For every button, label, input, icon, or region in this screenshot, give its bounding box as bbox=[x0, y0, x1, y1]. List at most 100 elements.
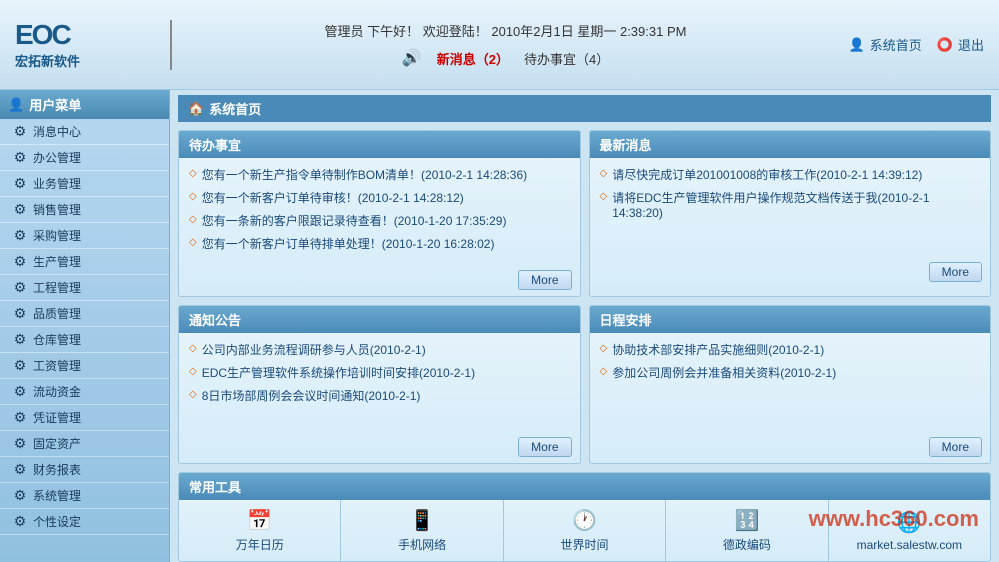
tool-item-万年日历[interactable]: 📅 万年日历 bbox=[179, 500, 341, 561]
list-item[interactable]: ◇ 您有一个新客户订单待审核！(2010-2-1 14:28:12) bbox=[189, 189, 570, 206]
sidebar-item-固定资产[interactable]: ⚙固定资产 bbox=[0, 431, 169, 457]
sidebar-item-业务管理[interactable]: ⚙业务管理 bbox=[0, 171, 169, 197]
speaker-icon: 🔊 bbox=[402, 48, 422, 68]
sidebar-item-icon: ⚙ bbox=[12, 280, 28, 296]
bullet-icon: ◇ bbox=[189, 389, 197, 400]
tool-label: 万年日历 bbox=[236, 536, 284, 553]
sidebar-item-label: 品质管理 bbox=[33, 305, 81, 322]
tool-item-market.salestw.com[interactable]: 🌐market.salestw.com bbox=[829, 500, 990, 561]
item-text: 参加公司周例会并准备相关资料(2010-2-1) bbox=[612, 364, 836, 381]
sidebar-item-label: 工程管理 bbox=[33, 279, 81, 296]
todo-panel-body: ◇您有一个新生产指令单待制作BOM清单！(2010-2-1 14:28:36) ◇… bbox=[179, 158, 580, 266]
sidebar-item-icon: ⚙ bbox=[12, 228, 28, 244]
tools-section: 常用工具 📅万年日历📱手机网络🕐世界时间🔢德政编码🌐market.salestw… bbox=[178, 472, 991, 562]
sidebar-item-label: 办公管理 bbox=[33, 149, 81, 166]
logout-label: 退出 bbox=[958, 35, 984, 54]
list-item[interactable]: ◇协助技术部安排产品实施细则(2010-2-1) bbox=[600, 341, 981, 358]
tool-icon: 🔢 bbox=[734, 508, 759, 533]
schedule-panel-header: 日程安排 bbox=[590, 306, 991, 333]
sidebar-item-icon: ⚙ bbox=[12, 462, 28, 478]
bullet-icon: ◇ bbox=[189, 214, 197, 225]
sidebar-item-凭证管理[interactable]: ⚙ 凭证管理 bbox=[0, 405, 169, 431]
tool-icon: 🌐 bbox=[897, 510, 922, 535]
bullet-icon: ◇ bbox=[189, 191, 197, 202]
sidebar-item-icon: ⚙ bbox=[12, 514, 28, 530]
sidebar-item-办公管理[interactable]: ⚙ 办公管理 bbox=[0, 145, 169, 171]
schedule-panel-footer: More bbox=[590, 433, 991, 463]
sidebar-item-工程管理[interactable]: ⚙ 工程管理 bbox=[0, 275, 169, 301]
sidebar-item-消息中心[interactable]: ⚙消息中心 bbox=[0, 119, 169, 145]
list-item[interactable]: ◇8日市场部周例会会议时间通知(2010-2-1) bbox=[189, 387, 570, 404]
list-item[interactable]: ◇请将EDC生产管理软件用户操作规范文档传送于我(2010-2-1 14:38:… bbox=[600, 189, 981, 220]
tools-body: 📅 万年日历 📱手机网络 🕐 世界时间 🔢德政编码🌐market.salestw.com bbox=[179, 500, 990, 561]
sidebar-item-icon: ⚙ bbox=[12, 150, 28, 166]
news-panel-footer: More bbox=[590, 258, 991, 288]
sidebar-item-icon: ⚙ bbox=[12, 176, 28, 192]
sidebar-item-财务报表[interactable]: ⚙ 财务报表 bbox=[0, 457, 169, 483]
home-icon: 👤 bbox=[849, 37, 865, 53]
sidebar-item-label: 销售管理 bbox=[33, 201, 81, 218]
tool-icon: 🕐 bbox=[572, 508, 597, 533]
sidebar-item-仓库管理[interactable]: ⚙仓库管理 bbox=[0, 327, 169, 353]
schedule-panel: 日程安排 ◇协助技术部安排产品实施细则(2010-2-1)◇参加公司周例会并准备… bbox=[589, 305, 992, 464]
sidebar-item-icon: ⚙ bbox=[12, 124, 28, 140]
tool-icon: 📅 bbox=[247, 508, 272, 533]
home-label: 系统首页 bbox=[870, 35, 922, 54]
grid-row-2: 通知公告 ◇公司内部业务流程调研参与人员(2010-2-1)◇EDC生产管理软件… bbox=[178, 305, 991, 464]
header-right: 👤 系统首页 ⭕ 退出 bbox=[819, 35, 999, 54]
header: EOC 宏拓新软件 管理员 下午好！ 欢迎登陆！ 2010年2月1日 星期一 2… bbox=[0, 0, 999, 90]
sidebar-item-销售管理[interactable]: ⚙销售管理 bbox=[0, 197, 169, 223]
content-area: 🏠 系统首页 待办事宜 ◇您有一个新生产指令单待制作BOM清单！(2010-2-… bbox=[170, 90, 999, 562]
new-msg-link[interactable]: 新消息（2） bbox=[437, 49, 509, 68]
list-item[interactable]: ◇请尽快完成订单201001008的审核工作(2010-2-1 14:39:12… bbox=[600, 166, 981, 183]
todo-more-button[interactable]: More bbox=[518, 270, 571, 290]
sidebar: 👤 用户菜单 ⚙消息中心⚙办公管理⚙业务管理⚙销售管理⚙采购管理⚙生产管理⚙工程… bbox=[0, 90, 170, 562]
sidebar-item-流动资金[interactable]: ⚙ 流动资金 bbox=[0, 379, 169, 405]
news-more-button[interactable]: More bbox=[929, 262, 982, 282]
sidebar-item-label: 财务报表 bbox=[33, 461, 81, 478]
item-text: 您有一个新客户订单待审核！(2010-2-1 14:28:12) bbox=[202, 189, 464, 206]
sidebar-item-icon: ⚙ bbox=[12, 254, 28, 270]
tool-icon: 📱 bbox=[410, 508, 435, 533]
news-panel: 最新消息 ◇请尽快完成订单201001008的审核工作(2010-2-1 14:… bbox=[589, 130, 992, 297]
todo-panel-footer: More bbox=[179, 266, 580, 296]
sidebar-items-container: ⚙消息中心⚙办公管理⚙业务管理⚙销售管理⚙采购管理⚙生产管理⚙工程管理⚙品质管理… bbox=[0, 119, 169, 535]
bullet-icon: ◇ bbox=[189, 237, 197, 248]
tool-label: 世界时间 bbox=[561, 536, 609, 553]
list-item[interactable]: ◇EDC生产管理软件系统操作培训时间安排(2010-2-1) bbox=[189, 364, 570, 381]
item-text: 您有一个新客户订单待排单处理！(2010-1-20 16:28:02) bbox=[202, 235, 495, 252]
sidebar-item-工资管理[interactable]: ⚙工资管理 bbox=[0, 353, 169, 379]
sidebar-item-icon: ⚙ bbox=[12, 384, 28, 400]
sidebar-item-系统管理[interactable]: ⚙系统管理 bbox=[0, 483, 169, 509]
todo-link[interactable]: 待办事宜（4） bbox=[524, 49, 609, 68]
sidebar-item-采购管理[interactable]: ⚙采购管理 bbox=[0, 223, 169, 249]
list-item[interactable]: ◇您有一条新的客户限跟记录待查看！(2010-1-20 17:35:29) bbox=[189, 212, 570, 229]
logout-button[interactable]: ⭕ 退出 bbox=[937, 35, 984, 54]
logout-icon: ⭕ bbox=[937, 37, 953, 53]
sidebar-item-icon: ⚙ bbox=[12, 410, 28, 426]
news-panel-header: 最新消息 bbox=[590, 131, 991, 158]
bullet-icon: ◇ bbox=[600, 191, 608, 202]
sidebar-item-label: 系统管理 bbox=[33, 487, 81, 504]
home-button[interactable]: 👤 系统首页 bbox=[849, 35, 922, 54]
sidebar-item-品质管理[interactable]: ⚙ 品质管理 bbox=[0, 301, 169, 327]
bullet-icon: ◇ bbox=[600, 343, 608, 354]
sidebar-item-icon: ⚙ bbox=[12, 332, 28, 348]
sidebar-item-个性设定[interactable]: ⚙个性设定 bbox=[0, 509, 169, 535]
logo-text: EOC bbox=[15, 19, 155, 51]
notice-panel: 通知公告 ◇公司内部业务流程调研参与人员(2010-2-1)◇EDC生产管理软件… bbox=[178, 305, 581, 464]
tool-item-世界时间[interactable]: 🕐 世界时间 bbox=[504, 500, 666, 561]
sidebar-item-icon: ⚙ bbox=[12, 306, 28, 322]
list-item[interactable]: ◇ 您有一个新客户订单待排单处理！(2010-1-20 16:28:02) bbox=[189, 235, 570, 252]
sidebar-item-label: 凭证管理 bbox=[33, 409, 81, 426]
notice-more-button[interactable]: More bbox=[518, 437, 571, 457]
sidebar-item-label: 流动资金 bbox=[33, 383, 81, 400]
tool-item-德政编码[interactable]: 🔢德政编码 bbox=[666, 500, 828, 561]
tool-item-手机网络[interactable]: 📱手机网络 bbox=[341, 500, 503, 561]
list-item[interactable]: ◇参加公司周例会并准备相关资料(2010-2-1) bbox=[600, 364, 981, 381]
item-text: 公司内部业务流程调研参与人员(2010-2-1) bbox=[202, 341, 426, 358]
list-item[interactable]: ◇公司内部业务流程调研参与人员(2010-2-1) bbox=[189, 341, 570, 358]
list-item[interactable]: ◇您有一个新生产指令单待制作BOM清单！(2010-2-1 14:28:36) bbox=[189, 166, 570, 183]
schedule-more-button[interactable]: More bbox=[929, 437, 982, 457]
sidebar-item-生产管理[interactable]: ⚙生产管理 bbox=[0, 249, 169, 275]
